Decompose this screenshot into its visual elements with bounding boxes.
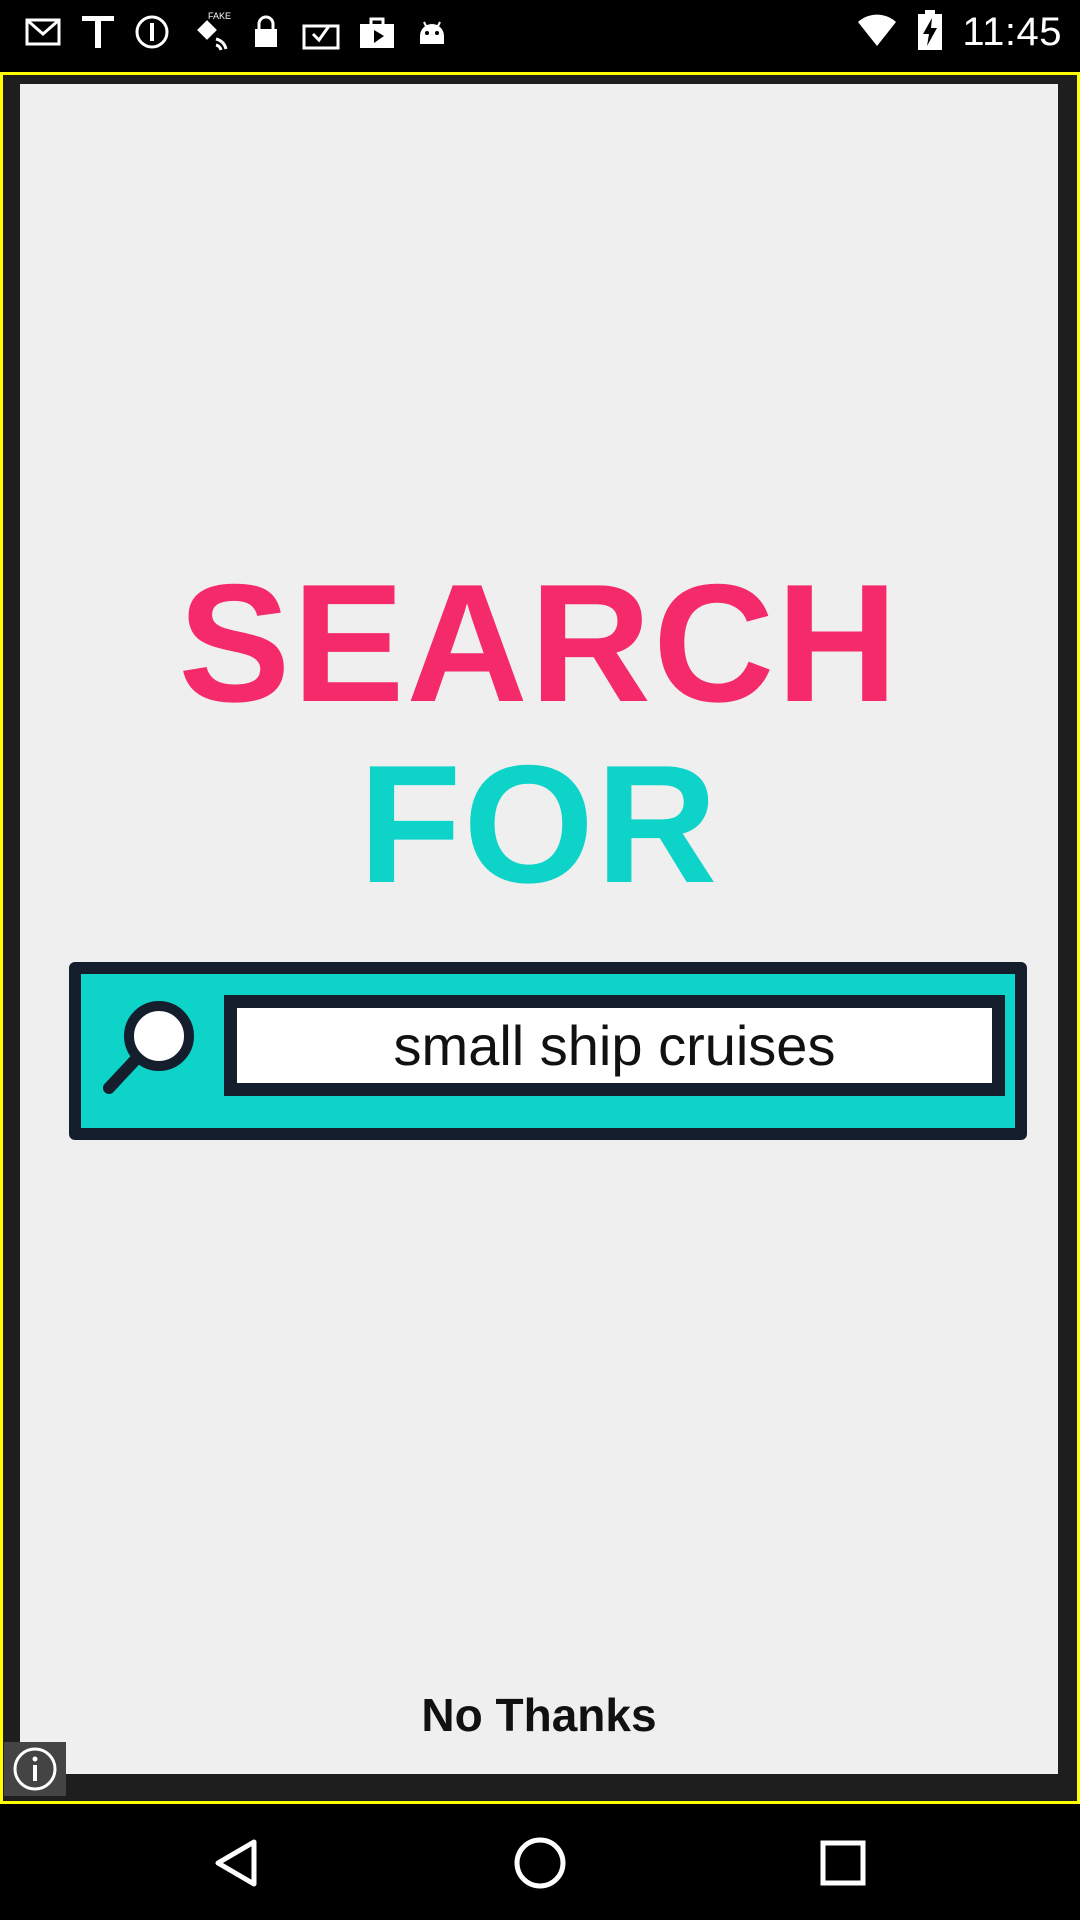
ad-info-icon[interactable] <box>4 1742 66 1796</box>
svg-text:FAKE: FAKE <box>208 11 231 21</box>
text-icon <box>78 12 118 52</box>
battery-charging-icon <box>916 8 944 57</box>
no-thanks-button[interactable]: No Thanks <box>20 1688 1058 1742</box>
ad-search-box[interactable]: small ship cruises <box>69 962 1027 1140</box>
search-query-field[interactable]: small ship cruises <box>224 995 1005 1096</box>
magnifier-icon <box>95 996 205 1106</box>
play-bag-icon <box>356 12 398 52</box>
status-bar: FAKE 11:45 <box>0 0 1080 64</box>
lock-icon <box>246 12 286 52</box>
headline-for: FOR <box>358 730 720 918</box>
wifi-icon <box>856 10 898 55</box>
interstitial-ad-frame: SEARCH FOR small ship cruises No Thanks <box>0 72 1080 1804</box>
gmail-icon <box>24 12 64 52</box>
clipboard-check-icon <box>300 12 342 52</box>
fake-gps-icon: FAKE <box>186 9 232 55</box>
info-circle-icon <box>132 12 172 52</box>
home-icon[interactable] <box>507 1830 573 1896</box>
back-icon[interactable] <box>204 1830 270 1896</box>
recents-icon[interactable] <box>810 1830 876 1896</box>
system-status: 11:45 <box>856 8 1062 56</box>
navigation-bar <box>0 1806 1080 1920</box>
notification-icons: FAKE <box>24 8 452 56</box>
ad-panel[interactable]: SEARCH FOR small ship cruises No Thanks <box>20 84 1058 1774</box>
android-icon <box>412 12 452 52</box>
headline-search: SEARCH <box>178 549 900 737</box>
clock: 11:45 <box>962 9 1062 54</box>
